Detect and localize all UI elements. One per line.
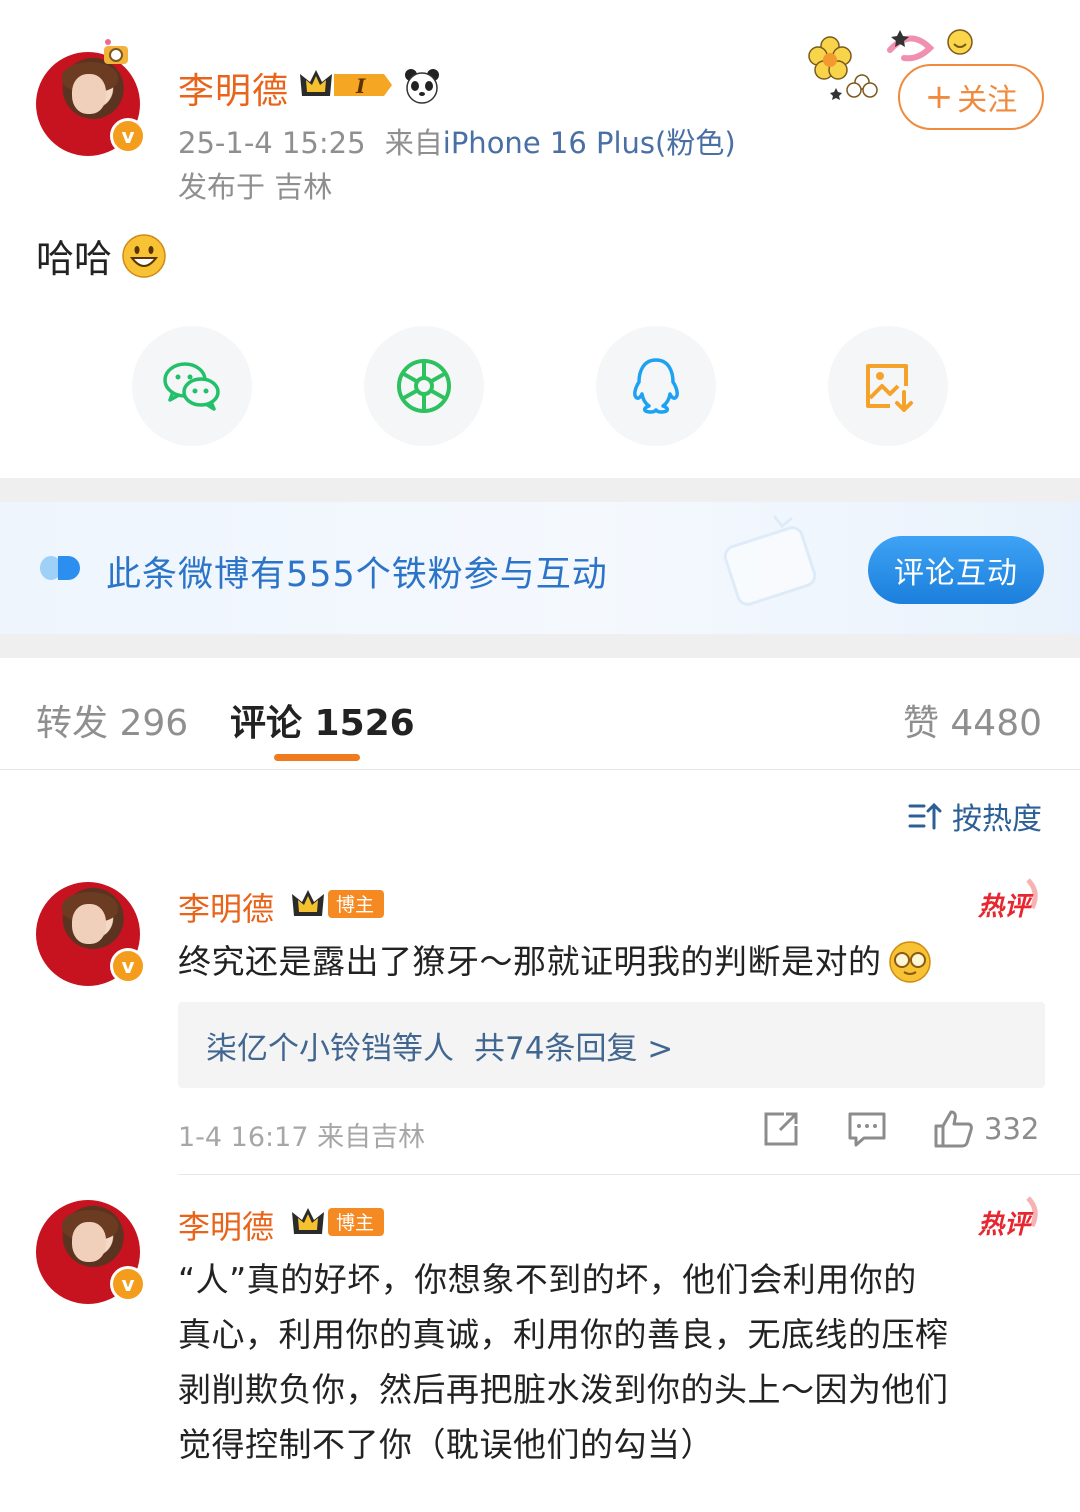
tab-comments[interactable]: 评论 1526	[230, 694, 415, 746]
post-meta: 25-1-4 15:25 来自iPhone 16 Plus(粉色)	[178, 120, 736, 162]
weibo-post: v 李明德 I 25-1-4 15:25 来自iPhone 16 Plus(粉色…	[0, 0, 1080, 478]
post-device[interactable]: iPhone 16 Plus(粉色)	[443, 126, 736, 160]
fan-interaction-icon	[40, 556, 80, 580]
comment-interaction-button[interactable]: 评论互动	[868, 536, 1044, 604]
blogger-badge-label: 博主	[336, 894, 375, 916]
tab-likes[interactable]: 赞 4480	[903, 694, 1042, 746]
comment-divider	[178, 1174, 1080, 1175]
sort-label: 按热度	[952, 802, 1042, 837]
reply-comment-button[interactable]	[846, 1108, 888, 1150]
reply-count[interactable]: 共74条回复 >	[474, 1023, 673, 1068]
share-moments-button[interactable]	[364, 326, 484, 446]
post-time: 25-1-4 15:25	[178, 126, 366, 160]
moments-icon	[397, 359, 451, 413]
reply-users[interactable]: 柒亿个小铃铛等人	[206, 1023, 454, 1068]
section-divider	[0, 478, 1080, 502]
comment-actions: 332	[760, 1108, 1045, 1158]
sort-toggle[interactable]: 按热度	[908, 794, 1042, 838]
comment-avatar[interactable]: v	[36, 1200, 146, 1304]
reply-preview[interactable]: 柒亿个小铃铛等人 共74条回复 >	[178, 1002, 1045, 1088]
post-content: 哈哈	[36, 228, 168, 283]
section-divider	[0, 634, 1080, 658]
fan-interaction-text: 此条微博有555个铁粉参与互动	[106, 555, 608, 595]
post-author-name[interactable]: 李明德	[178, 62, 289, 114]
comment-text: 终究还是露出了獠牙～那就证明我的判断是对的	[178, 934, 934, 989]
post-tabs: 转发 296 评论 1526 赞 4480	[0, 658, 1080, 770]
comment-text: “人”真的好坏，你想象不到的坏，他们会利用你的 真心，利用你的真诚，利用你的善良…	[178, 1260, 949, 1464]
like-comment-button[interactable]: 332	[932, 1108, 1039, 1150]
repost-comment-button[interactable]	[760, 1108, 802, 1150]
share-row	[0, 326, 1080, 446]
tab-repost[interactable]: 转发 296	[36, 694, 188, 746]
crown-level-badge-icon: I	[300, 70, 392, 98]
from-label: 来自	[384, 126, 443, 160]
grin-emoji-icon	[122, 233, 166, 278]
share-icon	[764, 1112, 798, 1146]
camera-decoration-icon	[104, 39, 128, 64]
comment-author[interactable]: 李明德	[178, 1202, 274, 1248]
plus-icon: +	[924, 77, 954, 117]
thumbs-up-icon	[934, 1110, 973, 1148]
covering-eyes-emoji-icon	[888, 940, 931, 983]
banner-tv-decoration-icon	[723, 515, 817, 606]
post-location: 发布于 吉林	[178, 170, 333, 204]
wechat-icon	[163, 362, 220, 411]
sort-icon	[908, 802, 942, 830]
blogger-badge-label: 博主	[336, 1212, 375, 1234]
verified-badge-icon: v	[110, 948, 146, 984]
active-tab-indicator	[274, 754, 360, 761]
comment-author[interactable]: 李明德	[178, 884, 274, 930]
comment-icon	[848, 1112, 886, 1147]
save-image-icon	[866, 364, 913, 412]
share-qq-button[interactable]	[596, 326, 716, 446]
hot-comment-badge: 热评	[978, 878, 1042, 922]
hot-comment-badge: 热评	[978, 1196, 1042, 1240]
comment-avatar[interactable]: v	[36, 882, 146, 986]
save-image-button[interactable]	[828, 326, 948, 446]
comment-meta: 1-4 16:17 来自吉林	[178, 1122, 426, 1153]
svg-text:I: I	[355, 74, 366, 98]
verified-badge-icon: v	[110, 1266, 146, 1302]
like-count: 332	[984, 1112, 1040, 1146]
panda-icon	[405, 69, 439, 104]
follow-button[interactable]: + 关注	[898, 64, 1044, 130]
qq-icon	[633, 358, 679, 414]
share-wechat-button[interactable]	[132, 326, 252, 446]
verified-badge-icon: v	[110, 118, 146, 154]
